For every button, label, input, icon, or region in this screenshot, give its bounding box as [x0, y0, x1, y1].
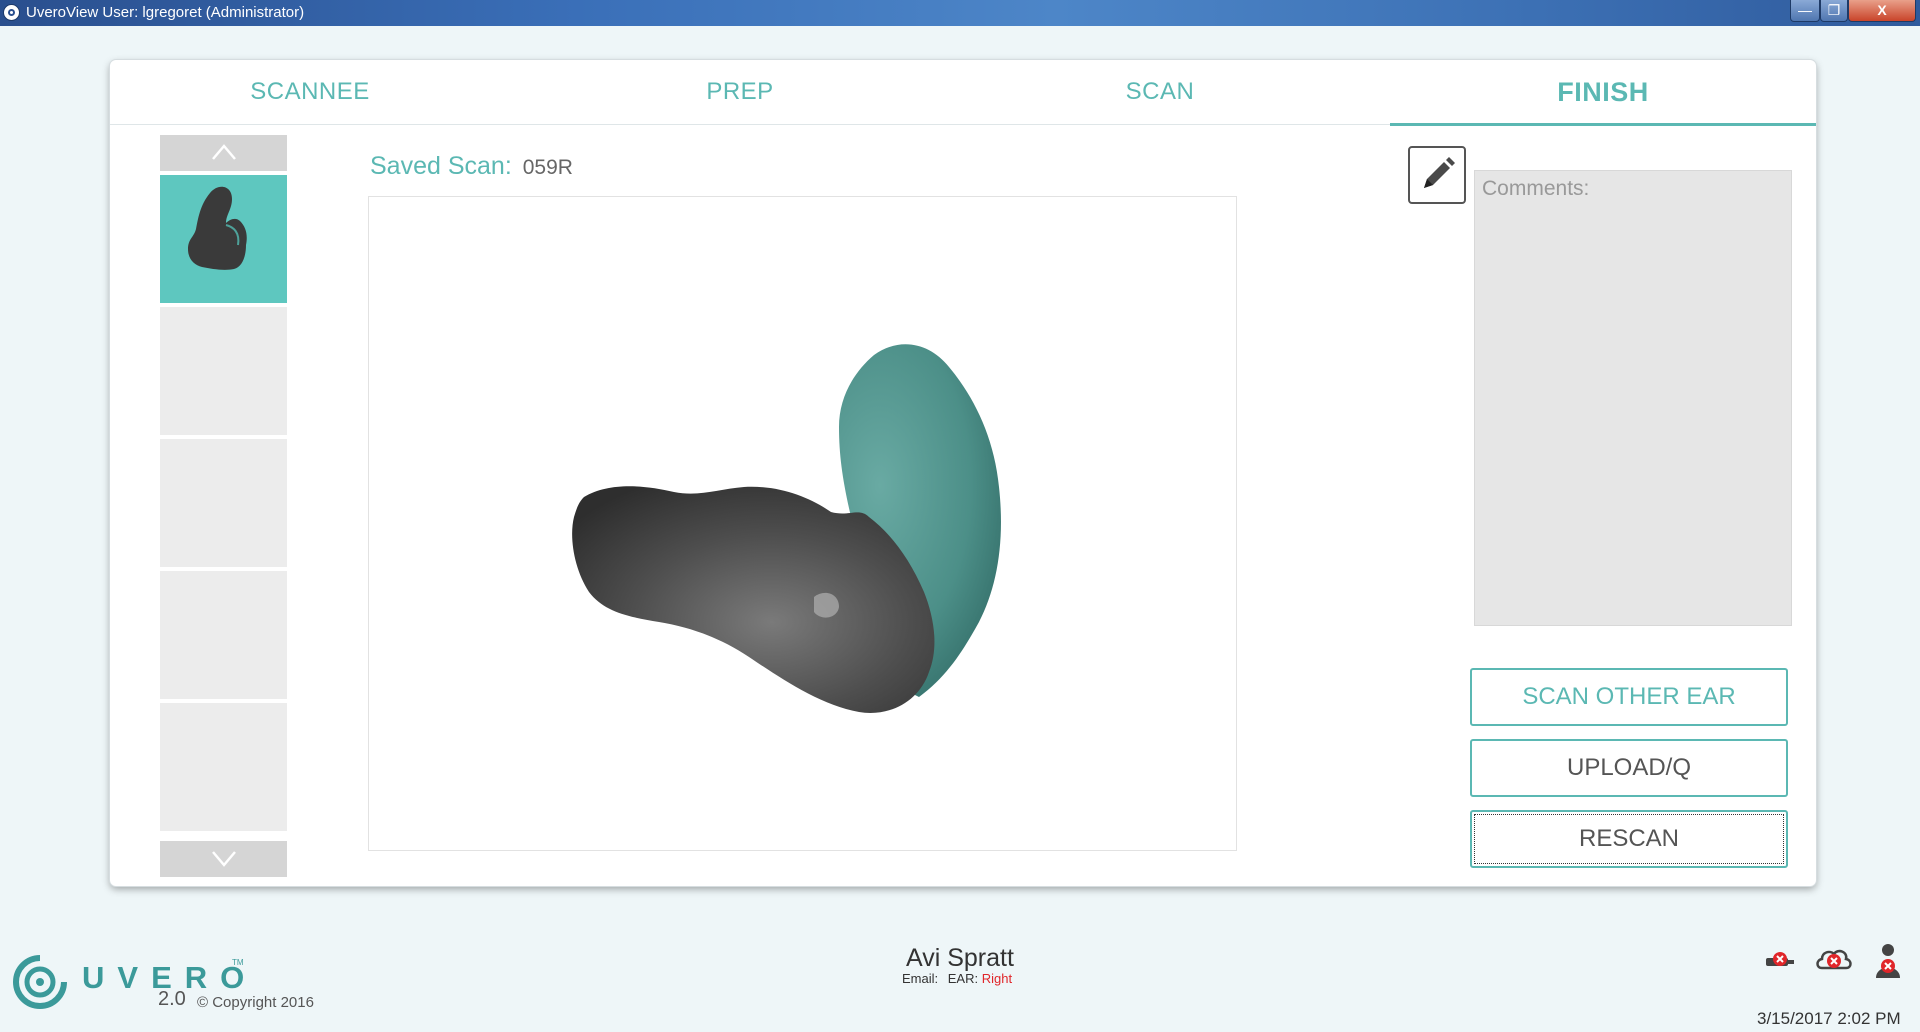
uvero-logo: UVERO TM — [10, 952, 310, 1022]
window-title: UveroView User: lgregoret (Administrator… — [26, 4, 305, 21]
minimize-button[interactable]: — — [1790, 0, 1820, 22]
comments-textarea[interactable]: Comments: — [1474, 170, 1792, 626]
rescan-button[interactable]: RESCAN — [1470, 810, 1788, 868]
scan-3d-viewer[interactable] — [368, 196, 1237, 851]
tab-scan[interactable]: SCAN — [960, 60, 1360, 124]
tab-scannee[interactable]: SCANNEE — [110, 60, 510, 124]
empty-thumbnail[interactable] — [160, 439, 287, 567]
tab-finish[interactable]: FINISH — [1390, 60, 1816, 126]
connection-status-icons — [1760, 940, 1910, 980]
workflow-tabs: SCANNEE PREP SCAN FINISH — [110, 60, 1816, 126]
tab-prep[interactable]: PREP — [540, 60, 940, 124]
copyright-text: © Copyright 2016 — [197, 994, 314, 1011]
chevron-down-icon — [211, 851, 236, 867]
close-button[interactable]: X — [1848, 0, 1916, 22]
edit-comments-button[interactable] — [1408, 146, 1466, 204]
pencil-icon — [1424, 157, 1455, 188]
uvero-logo-icon — [13, 955, 67, 1009]
comments-placeholder: Comments: — [1482, 177, 1590, 200]
empty-thumbnail[interactable] — [160, 307, 287, 435]
scroll-down-button[interactable] — [160, 841, 287, 877]
logo-trademark: TM — [232, 958, 244, 967]
current-datetime: 3/15/2017 2:02 PM — [1757, 1009, 1901, 1028]
scan-thumbnail-strip — [160, 135, 287, 877]
cloud-disconnected-icon[interactable] — [1814, 940, 1854, 980]
saved-scan-id: 059R — [522, 156, 573, 179]
chevron-up-icon — [211, 144, 236, 160]
scroll-up-button[interactable] — [160, 135, 287, 171]
patient-meta: Email: EAR: Right — [902, 971, 1012, 986]
ear-scan-thumbnail-icon — [188, 186, 247, 270]
app-icon — [3, 4, 20, 21]
window-titlebar: UveroView User: lgregoret (Administrator… — [0, 0, 1920, 26]
upload-queue-button[interactable]: UPLOAD/Q — [1470, 739, 1788, 797]
scanner-disconnected-icon[interactable] — [1760, 940, 1800, 980]
ear-scan-model — [572, 344, 1001, 713]
email-label: Email: — [902, 971, 939, 986]
scan-thumbnail[interactable] — [160, 175, 287, 303]
patient-name: Avi Spratt — [906, 944, 1014, 972]
scan-other-ear-button[interactable]: SCAN OTHER EAR — [1470, 668, 1788, 726]
saved-scan-caption: Saved Scan: — [370, 152, 512, 180]
main-panel: SCANNEE PREP SCAN FINISH Saved Scan: 059… — [110, 60, 1816, 886]
ear-value: Right — [981, 971, 1013, 986]
user-disconnected-icon[interactable] — [1868, 940, 1908, 980]
app-version: 2.0 — [158, 988, 186, 1010]
ear-label: EAR: — [947, 971, 979, 986]
saved-scan-label: Saved Scan: 059R — [370, 152, 573, 181]
empty-thumbnail[interactable] — [160, 571, 287, 699]
maximize-button[interactable]: ❐ — [1820, 0, 1848, 22]
empty-thumbnail[interactable] — [160, 703, 287, 831]
